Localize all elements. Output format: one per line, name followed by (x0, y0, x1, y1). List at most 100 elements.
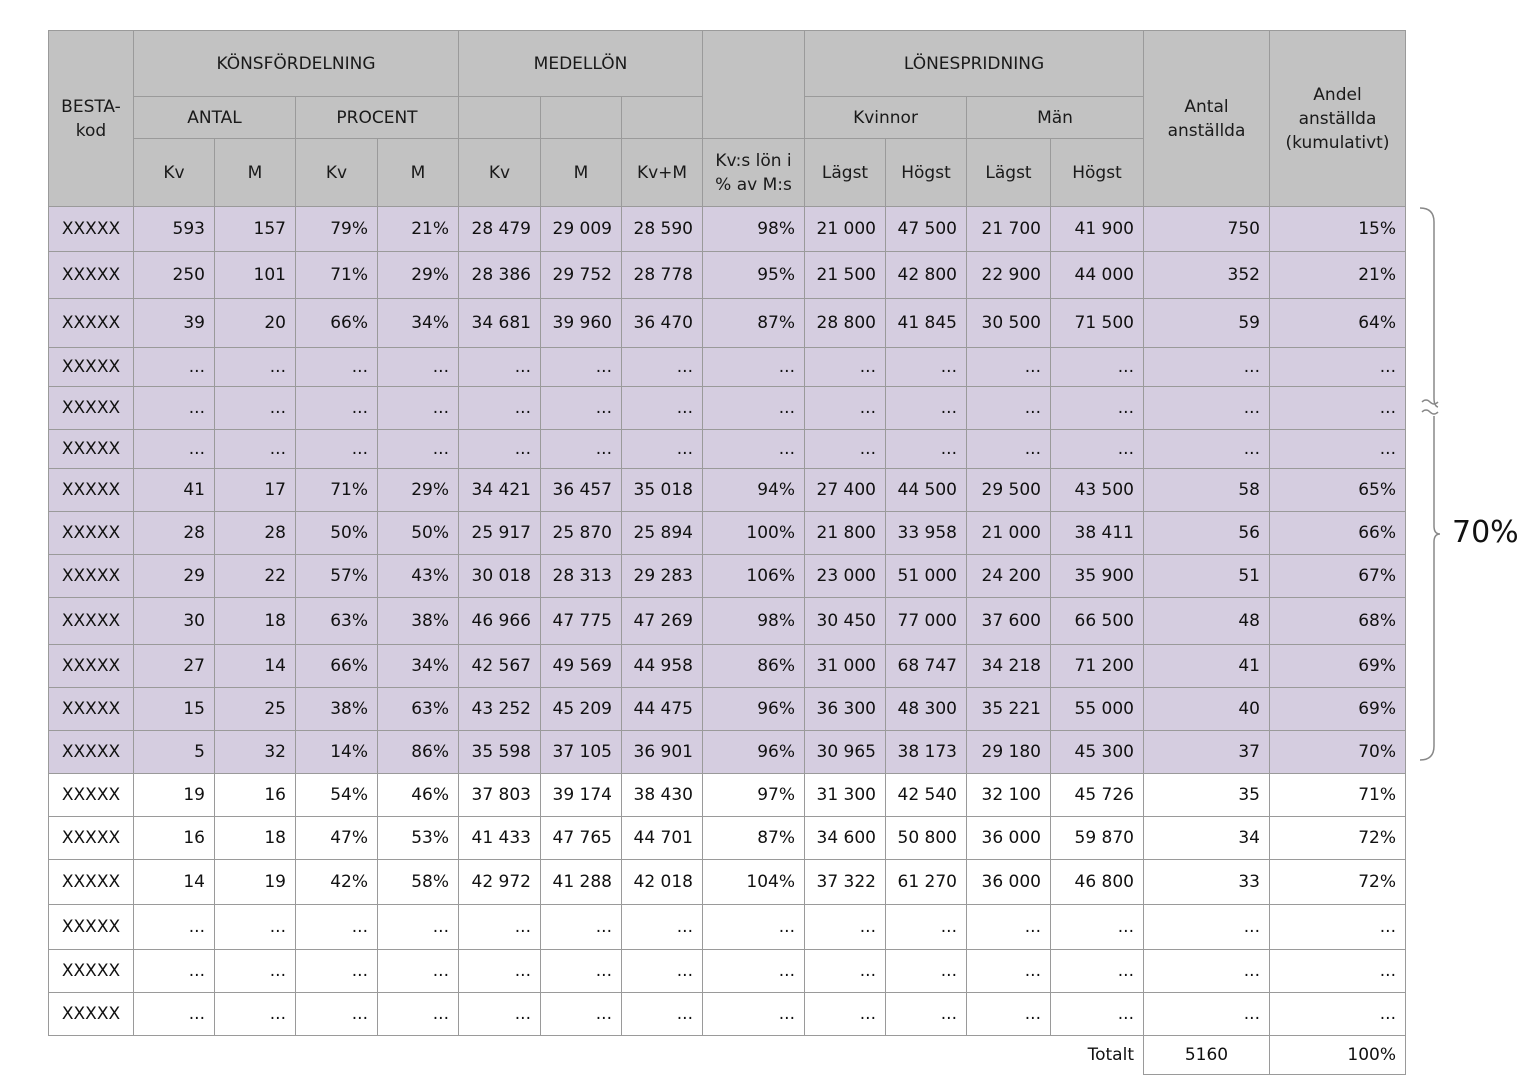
table-cell: 28 800 (804, 298, 886, 348)
table-cell: 38 411 (1050, 511, 1144, 555)
table-cell: 49 569 (540, 644, 622, 688)
table-cell: ... (1143, 429, 1270, 469)
table-cell: 28 313 (540, 554, 622, 598)
table-cell: 15% (1269, 206, 1406, 252)
table-cell: 46% (377, 773, 459, 817)
table-cell: 31 000 (804, 644, 886, 688)
table-cell: 35 018 (621, 468, 703, 512)
table-cell: ... (540, 949, 622, 993)
table-cell: ... (702, 386, 805, 430)
header-blank (702, 96, 805, 139)
table-cell: ... (702, 992, 805, 1036)
table-cell: 18 (214, 816, 296, 860)
table-cell: 38 430 (621, 773, 703, 817)
table-cell: ... (1050, 429, 1144, 469)
table-row: XXXXX 30 18 63% 38% 46 966 47 775 47 269 98% 30 4… (48, 597, 1406, 645)
header-lonespridning: LÖNESPRIDNING (804, 30, 1144, 97)
table-cell: 50% (295, 511, 378, 555)
besta-code-cell: XXXXX (48, 687, 134, 731)
table-cell: 71% (1269, 773, 1406, 817)
table-cell: ... (214, 904, 296, 950)
table-cell: 94% (702, 468, 805, 512)
total-antal: 5160 (1143, 1035, 1270, 1075)
table-body: XXXXX 593 157 79% 21% 28 479 29 009 28 590 98% 21… (48, 206, 1406, 1075)
table-cell: 45 209 (540, 687, 622, 731)
table-cell: ... (295, 992, 378, 1036)
table-cell: 33 (1143, 859, 1270, 905)
table-cell: 18 (214, 597, 296, 645)
table-cell: 20 (214, 298, 296, 348)
table-cell: ... (966, 949, 1051, 993)
table-cell: 42 972 (458, 859, 541, 905)
table-cell: ... (621, 992, 703, 1036)
table-cell: 47 775 (540, 597, 622, 645)
table-cell: 48 300 (885, 687, 967, 731)
table-cell: 43% (377, 554, 459, 598)
table-cell: 14 (214, 644, 296, 688)
header-andel-anstallda: Andel anställda (kumulativt) (1269, 30, 1406, 207)
table-cell: 21 000 (966, 511, 1051, 555)
table-cell: 41 433 (458, 816, 541, 860)
table-cell: ... (804, 904, 886, 950)
table-cell: 63% (295, 597, 378, 645)
header-procent-m: M (377, 138, 459, 207)
besta-code-cell: XXXXX (48, 949, 134, 993)
table-cell: 66% (295, 298, 378, 348)
table-cell: 65% (1269, 468, 1406, 512)
table-cell: 77 000 (885, 597, 967, 645)
header-kv-lon-pct: Kv:s lön i % av M:s (702, 138, 805, 207)
table-cell: 67% (1269, 554, 1406, 598)
table-cell: ... (295, 429, 378, 469)
table-cell: ... (885, 949, 967, 993)
table-cell: 42% (295, 859, 378, 905)
table-cell: ... (214, 949, 296, 993)
table-cell: 66% (1269, 511, 1406, 555)
table-cell: 35 221 (966, 687, 1051, 731)
table-cell: ... (377, 949, 459, 993)
table-cell: 47 269 (621, 597, 703, 645)
table-cell: 22 (214, 554, 296, 598)
header-antal-kv: Kv (133, 138, 215, 207)
table-cell: 97% (702, 773, 805, 817)
table-cell: 39 (133, 298, 215, 348)
table-row: XXXXX 250 101 71% 29% 28 386 29 752 28 778 95% 21… (48, 251, 1406, 299)
table-cell: 21 500 (804, 251, 886, 299)
table-cell: ... (1050, 992, 1144, 1036)
header-blank (540, 96, 622, 139)
table-cell: 29% (377, 251, 459, 299)
table-cell: 28 590 (621, 206, 703, 252)
besta-code-cell: XXXXX (48, 730, 134, 774)
table-cell: 32 (214, 730, 296, 774)
table-cell: ... (133, 949, 215, 993)
table-cell: ... (214, 992, 296, 1036)
table-cell: 30 965 (804, 730, 886, 774)
table-row: XXXXX...................................… (48, 949, 1406, 993)
table-cell: 101 (214, 251, 296, 299)
table-cell: ... (1269, 992, 1406, 1036)
table-cell: 42 018 (621, 859, 703, 905)
header-antal-anstallda: Antal anställda (1143, 30, 1270, 207)
table-cell: 5 (133, 730, 215, 774)
besta-code-cell: XXXXX (48, 992, 134, 1036)
header-medellon-kv-m: Kv+M (621, 138, 703, 207)
table-cell: ... (458, 386, 541, 430)
table-cell: ... (885, 429, 967, 469)
table-cell: 21% (1269, 251, 1406, 299)
table-cell: 34 218 (966, 644, 1051, 688)
table-cell: 15 (133, 687, 215, 731)
table-cell: 37 600 (966, 597, 1051, 645)
besta-code-cell: XXXXX (48, 298, 134, 348)
table-cell: ... (133, 904, 215, 950)
table-cell: 42 567 (458, 644, 541, 688)
table-cell: ... (621, 949, 703, 993)
table-cell: ... (885, 386, 967, 430)
table-cell: ... (133, 347, 215, 387)
table-cell: 352 (1143, 251, 1270, 299)
table-cell: 36 470 (621, 298, 703, 348)
table-cell: ... (540, 347, 622, 387)
table-cell: 54% (295, 773, 378, 817)
table-cell: 51 (1143, 554, 1270, 598)
table-cell: ... (702, 347, 805, 387)
table-cell: 44 701 (621, 816, 703, 860)
besta-code-cell: XXXXX (48, 816, 134, 860)
